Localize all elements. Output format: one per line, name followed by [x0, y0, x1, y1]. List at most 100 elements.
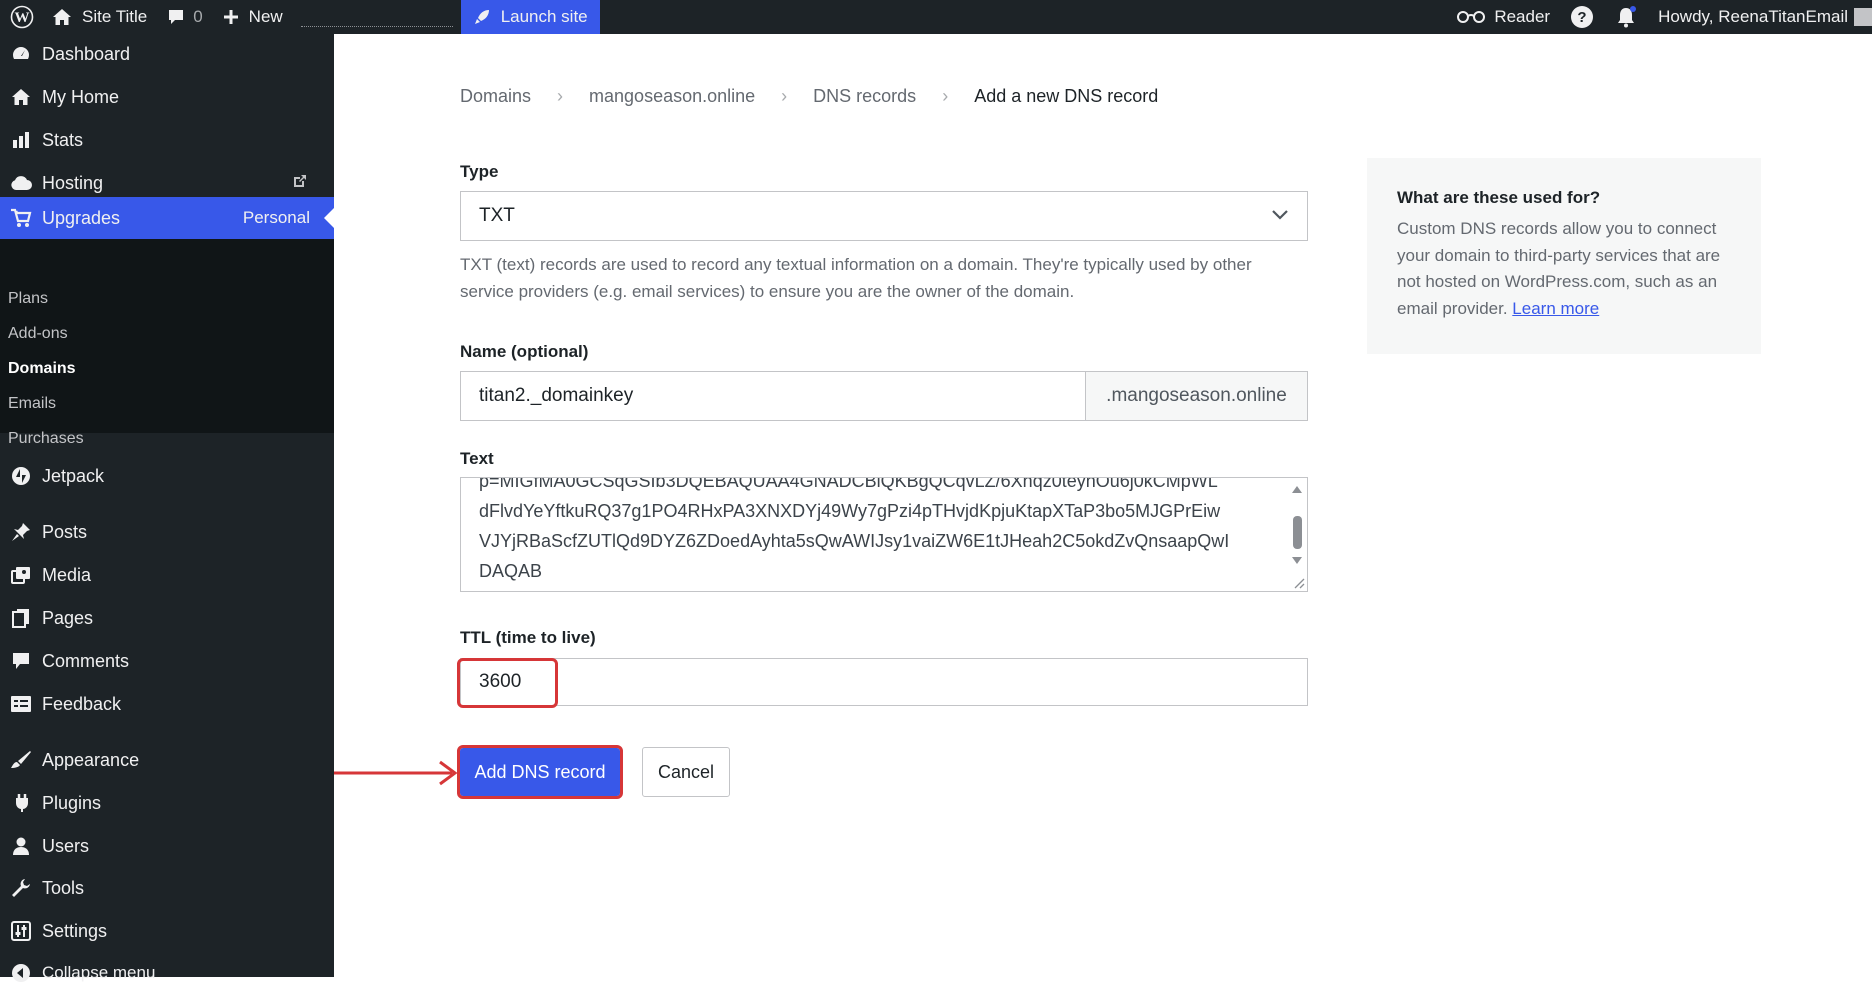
- admin-bar-placeholder: [300, 0, 453, 34]
- notifications-bell-icon[interactable]: [1604, 0, 1648, 34]
- sidebar-item-label: Plugins: [42, 792, 102, 813]
- howdy-label: Howdy, ReenaTitanEmail: [1658, 7, 1848, 26]
- textarea-line: p=MIGfMA0GCSqGSIb3DQEBAQUAA4GNADCBiQKBgQ…: [479, 477, 1218, 491]
- sidebar-item-label: Posts: [42, 521, 88, 542]
- submenu-item-domains[interactable]: Domains: [8, 360, 76, 378]
- settings-icon: [0, 921, 42, 941]
- sidebar-item-tools[interactable]: Tools: [0, 867, 334, 909]
- launch-site-label: Launch site: [500, 7, 588, 26]
- sidebar-item-posts[interactable]: Posts: [0, 511, 334, 553]
- feedback-icon: [0, 695, 42, 713]
- upgrades-submenu: Plans Add-ons Domains Emails Purchases: [0, 239, 334, 447]
- collapse-icon: [0, 963, 42, 983]
- cloud-icon: [0, 174, 42, 192]
- chevron-right-icon: ›: [781, 86, 788, 106]
- text-textarea[interactable]: p=MIGfMA0GCSqGSIb3DQEBAQUAA4GNADCBiQKBgQ…: [460, 477, 1308, 592]
- sidebar-item-my-home[interactable]: My Home: [0, 76, 334, 118]
- sidebar-item-settings[interactable]: Settings: [0, 910, 334, 952]
- info-title: What are these used for?: [1397, 188, 1601, 207]
- current-menu-arrow: [324, 208, 334, 228]
- sidebar-item-label: Users: [42, 835, 90, 856]
- domain-suffix: .mangoseason.online: [1085, 372, 1307, 420]
- sidebar-item-label: Feedback: [42, 693, 122, 714]
- wordpress-logo-icon[interactable]: W: [2, 0, 42, 34]
- comments-link[interactable]: 0: [157, 0, 212, 34]
- sidebar-item-appearance[interactable]: Appearance: [0, 739, 334, 781]
- home-icon: [0, 87, 42, 107]
- brush-icon: [0, 750, 42, 770]
- reader-glasses-icon: [1457, 11, 1486, 23]
- home-icon: [53, 9, 71, 25]
- info-panel: What are these used for? Custom DNS reco…: [1367, 158, 1761, 354]
- wrench-icon: [0, 878, 42, 898]
- main-content: Domains › mangoseason.online › DNS recor…: [334, 34, 1872, 977]
- ttl-input[interactable]: 3600: [460, 658, 1308, 706]
- scrollbar-thumb[interactable]: [1293, 516, 1302, 549]
- user-icon: [0, 836, 42, 856]
- name-field-group: titan2._domainkey .mangoseason.online: [460, 371, 1308, 421]
- comment-icon: [169, 10, 184, 24]
- submenu-item-add-ons[interactable]: Add-ons: [8, 325, 68, 343]
- breadcrumb-dns-records[interactable]: DNS records: [813, 86, 916, 107]
- sidebar-item-jetpack[interactable]: Jetpack: [0, 455, 334, 497]
- svg-text:W: W: [15, 10, 30, 26]
- help-icon[interactable]: ?: [1560, 0, 1604, 34]
- submenu-item-purchases[interactable]: Purchases: [8, 430, 84, 448]
- scroll-down-arrow-icon[interactable]: [1292, 557, 1302, 564]
- sidebar-item-feedback[interactable]: Feedback: [0, 683, 334, 725]
- avatar: [1854, 8, 1872, 26]
- resize-handle-icon[interactable]: [1291, 575, 1305, 589]
- sidebar-item-comments[interactable]: Comments: [0, 640, 334, 682]
- sidebar-item-label: Appearance: [42, 749, 140, 770]
- sidebar-item-upgrades[interactable]: Upgrades Personal: [0, 197, 334, 239]
- type-help-text: TXT (text) records are used to record an…: [460, 255, 1252, 301]
- ttl-label: TTL (time to live): [460, 628, 596, 647]
- chevron-right-icon: ›: [557, 86, 564, 106]
- sidebar-item-label: Stats: [42, 129, 84, 150]
- cart-icon: [0, 208, 42, 228]
- dashboard-icon: [0, 44, 42, 64]
- new-label: New: [248, 7, 283, 26]
- reader-label: Reader: [1494, 7, 1551, 26]
- learn-more-link[interactable]: Learn more: [1512, 299, 1599, 318]
- sidebar-item-media[interactable]: Media: [0, 554, 334, 596]
- sidebar-collapse-menu[interactable]: Collapse menu: [0, 952, 334, 994]
- scroll-up-arrow-icon[interactable]: [1292, 486, 1302, 493]
- annotation-arrow-icon: [334, 760, 458, 786]
- info-body: Custom DNS records allow you to connect …: [1397, 216, 1731, 322]
- name-input[interactable]: titan2._domainkey: [461, 372, 1085, 420]
- sidebar-item-label: Pages: [42, 607, 94, 628]
- submenu-item-emails[interactable]: Emails: [8, 395, 56, 413]
- sidebar-item-label: Upgrades: [42, 207, 121, 228]
- submenu-item-plans[interactable]: Plans: [8, 290, 48, 308]
- launch-site-button[interactable]: Launch site: [460, 0, 600, 34]
- sidebar-item-users[interactable]: Users: [0, 825, 334, 867]
- reader-link[interactable]: Reader: [1446, 0, 1560, 34]
- new-content-link[interactable]: New: [213, 0, 293, 34]
- textarea-line: dFlvdYeYftkuRQ37g1PO4RHxPA3XNXDYj49Wy7gP…: [479, 501, 1221, 521]
- admin-bar-right: Reader ? Howdy, ReenaTitanEmail: [1446, 0, 1872, 34]
- sidebar-item-label: Settings: [42, 920, 108, 941]
- type-label: Type: [460, 162, 499, 181]
- sidebar-item-label: Dashboard: [42, 43, 131, 64]
- sidebar-item-label: Jetpack: [42, 465, 105, 486]
- sidebar-item-label: Hosting: [42, 172, 104, 193]
- sidebar-item-plugins[interactable]: Plugins: [0, 782, 334, 824]
- admin-sidebar: Dashboard My Home Stats Hosting Upgrades…: [0, 33, 334, 982]
- breadcrumb-domains[interactable]: Domains: [460, 86, 531, 107]
- sidebar-item-dashboard[interactable]: Dashboard: [0, 33, 334, 75]
- name-label: Name (optional): [460, 342, 589, 361]
- stats-icon: [0, 130, 42, 150]
- comment-icon: [0, 651, 42, 671]
- site-title-link[interactable]: Site Title: [42, 0, 157, 34]
- type-select[interactable]: TXT: [460, 191, 1308, 241]
- breadcrumb-domain-name[interactable]: mangoseason.online: [589, 86, 755, 107]
- user-account-link[interactable]: Howdy, ReenaTitanEmail: [1648, 0, 1872, 34]
- sidebar-item-label: Collapse menu: [42, 963, 156, 982]
- sidebar-item-pages[interactable]: Pages: [0, 597, 334, 639]
- jetpack-icon: [0, 466, 42, 486]
- breadcrumb: Domains › mangoseason.online › DNS recor…: [460, 86, 1158, 107]
- sidebar-item-label: Comments: [42, 650, 130, 671]
- sidebar-item-stats[interactable]: Stats: [0, 119, 334, 161]
- ttl-highlight-box: [457, 658, 558, 708]
